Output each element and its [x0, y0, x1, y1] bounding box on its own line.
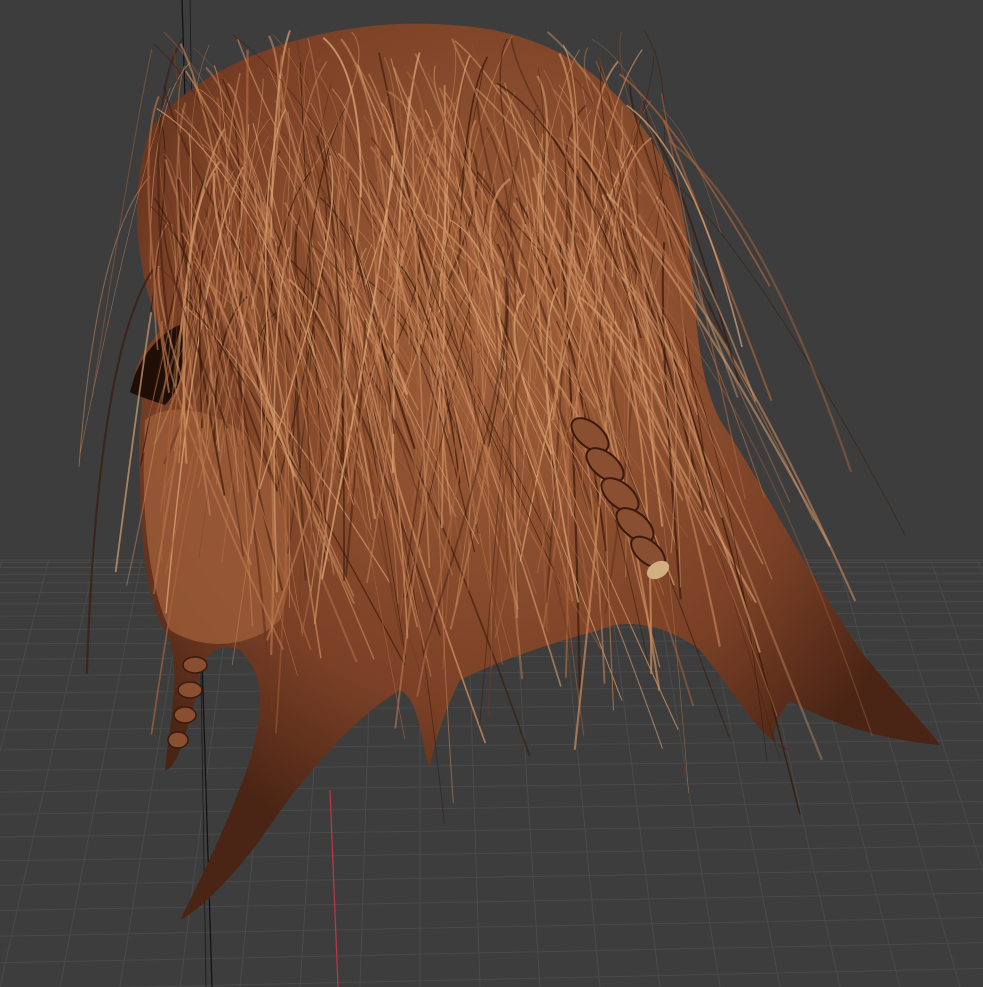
hair-model[interactable]	[0, 0, 983, 987]
3d-viewport[interactable]	[0, 0, 983, 987]
